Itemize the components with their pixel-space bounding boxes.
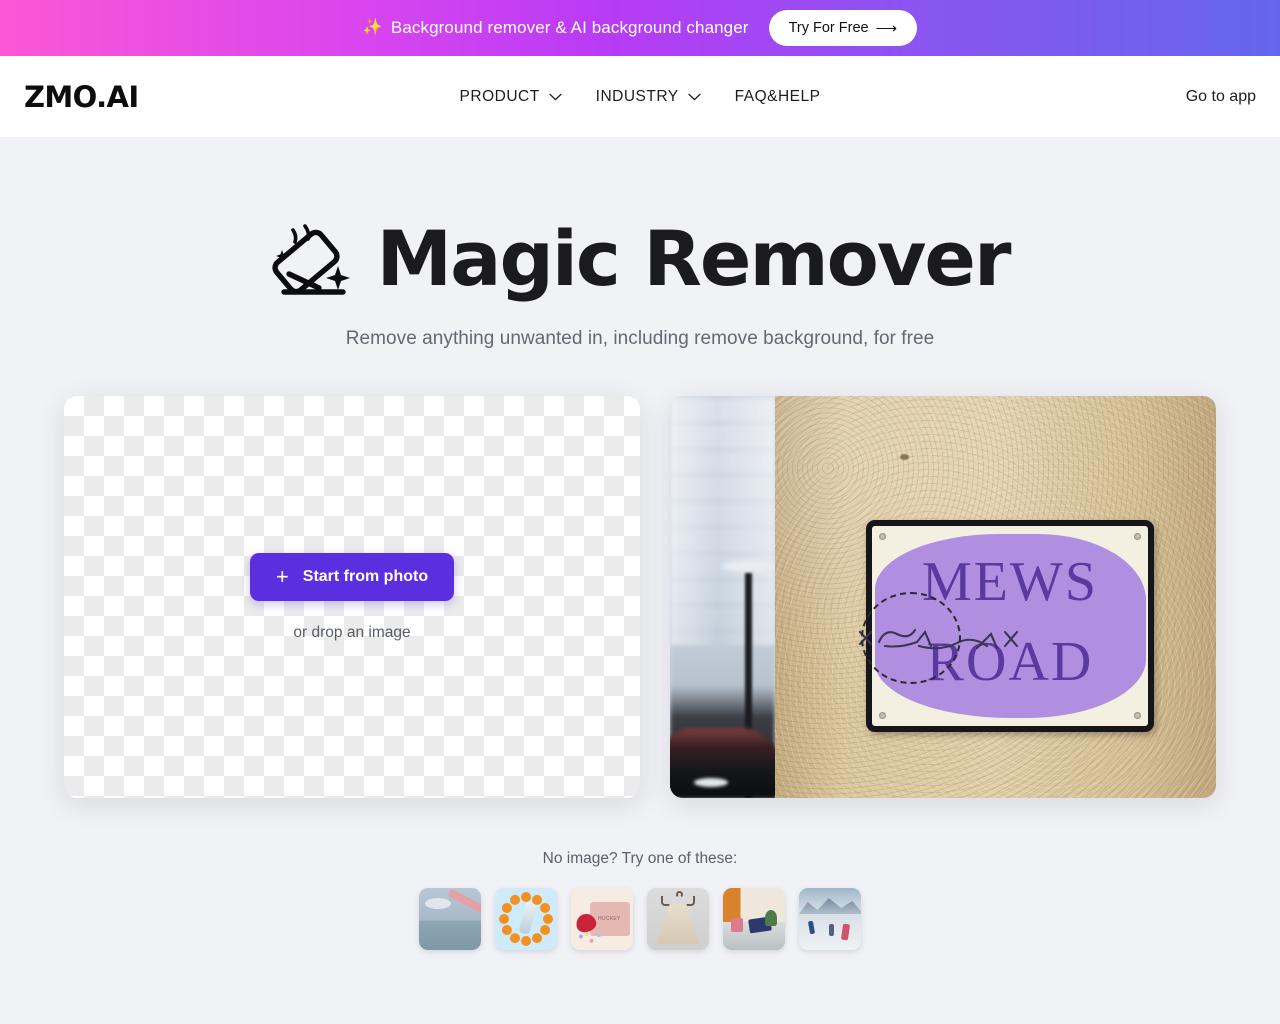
thumb-skier: [840, 923, 851, 941]
eraser-icon: [271, 224, 350, 295]
sign-text-line-1: MEWS: [922, 551, 1098, 613]
photo-car-highlight: [694, 778, 728, 787]
sample-thumb-sky-building[interactable]: [419, 888, 481, 950]
sample-thumb-gift-box[interactable]: HUCKEY: [571, 888, 633, 950]
photo-streetlamp: [722, 560, 776, 572]
thumb-garment: [657, 904, 699, 944]
thumb-mountains: [799, 898, 861, 914]
promo-message: Background remover & AI background chang…: [390, 18, 749, 37]
photo-wall-speck: [900, 454, 909, 460]
hero-title-row: Magic Remover: [0, 214, 1280, 304]
sign-screw: [879, 533, 886, 540]
photo-car: [670, 728, 782, 798]
thumb-skier: [829, 924, 834, 936]
nav-item-faq-help-label: FAQ&HELP: [734, 87, 821, 105]
hero-subtitle: Remove anything unwanted in, including r…: [345, 328, 935, 349]
nav-links: PRODUCT INDUSTRY FAQ&HELP: [460, 88, 821, 106]
photo-building: [670, 396, 775, 646]
go-to-app-link[interactable]: Go to app: [1186, 88, 1256, 106]
sample-images-section: No image? Try one of these: HUCKEY: [0, 850, 1280, 950]
try-for-free-button[interactable]: Try For Free ⟶: [768, 10, 918, 46]
nav-item-industry-label: INDUSTRY: [595, 87, 679, 105]
arrow-right-icon: ⟶: [875, 19, 898, 37]
sign-text-line-2: ROAD: [926, 631, 1094, 693]
nav-item-product-label: PRODUCT: [459, 87, 540, 105]
start-from-photo-label: Start from photo: [302, 567, 429, 585]
start-from-photo-button[interactable]: + Start from photo: [249, 552, 455, 601]
nav-item-product[interactable]: PRODUCT: [460, 88, 562, 106]
chevron-down-icon: [687, 93, 701, 101]
thumb-skier: [807, 920, 816, 935]
drop-image-hint: or drop an image: [293, 623, 411, 641]
samples-label: No image? Try one of these:: [542, 850, 738, 867]
brand-logo[interactable]: ZMO.AI: [24, 80, 139, 114]
nav-item-industry[interactable]: INDUSTRY: [596, 88, 701, 106]
sample-thumb-clothing-hanger[interactable]: [647, 888, 709, 950]
main-navbar: ZMO.AI PRODUCT INDUSTRY FAQ&HELP Go to a…: [0, 56, 1280, 137]
sample-thumb-desk-tablet[interactable]: [723, 888, 785, 950]
thumb-confetti: [575, 931, 605, 945]
sign-screw: [1134, 533, 1141, 540]
thumb-cup: [731, 918, 743, 932]
street-sign: MEWS ROAD: [866, 520, 1154, 732]
sparkles-icon: ✨: [362, 19, 383, 36]
sample-thumbnail-row: HUCKEY: [0, 888, 1280, 950]
try-for-free-label: Try For Free: [788, 20, 869, 36]
hero-section: Magic Remover Remove anything unwanted i…: [0, 137, 1280, 350]
promo-banner: ✨ Background remover & AI background cha…: [0, 0, 1280, 56]
chevron-down-icon: [549, 93, 562, 101]
sample-thumb-ski-slope[interactable]: [799, 888, 861, 950]
preview-photo[interactable]: MEWS ROAD: [670, 396, 1216, 798]
workspace: + Start from photo or drop an image MEWS…: [0, 396, 1280, 798]
thumb-plant: [765, 910, 777, 926]
nav-item-faq-help[interactable]: FAQ&HELP: [735, 88, 821, 106]
plus-icon: +: [275, 563, 289, 589]
thumb-orange-ring: [495, 888, 557, 950]
sign-screw: [1134, 712, 1141, 719]
sample-thumb-bottle-oranges[interactable]: [495, 888, 557, 950]
upload-dropzone[interactable]: + Start from photo or drop an image: [64, 396, 640, 798]
page-title: Magic Remover: [376, 214, 1012, 303]
sign-screw: [879, 712, 886, 719]
promo-text-group: ✨ Background remover & AI background cha…: [363, 18, 749, 38]
